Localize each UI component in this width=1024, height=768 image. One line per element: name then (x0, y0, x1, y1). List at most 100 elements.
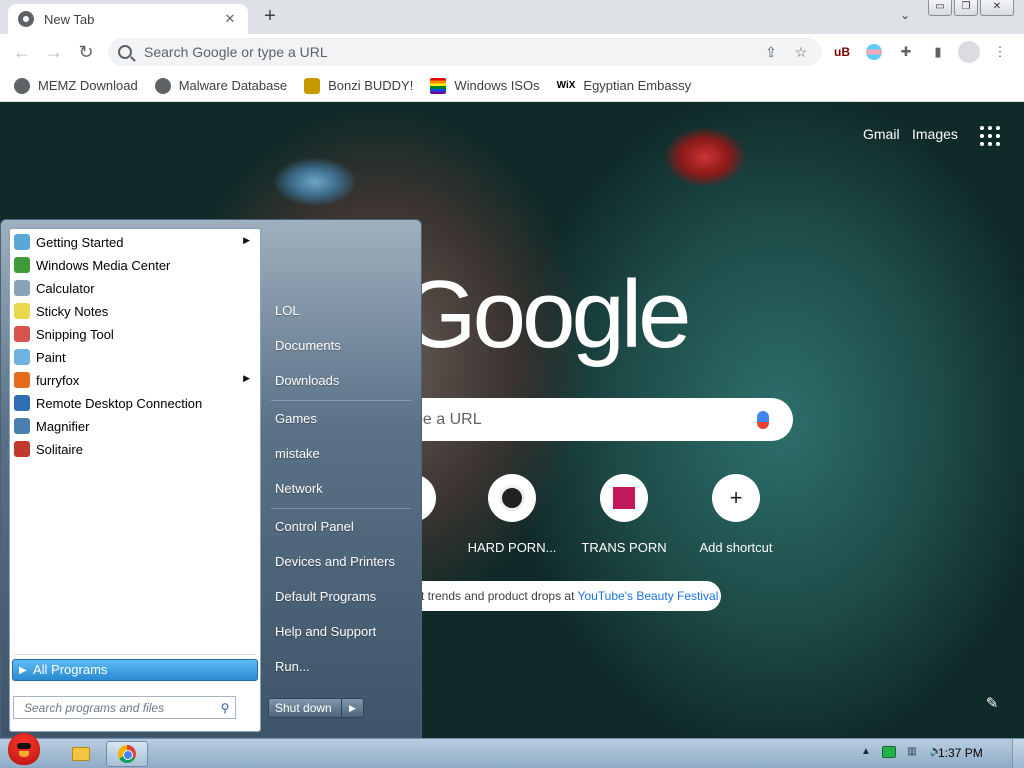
ntp-search-placeholder: pe a URL (414, 410, 482, 428)
chrome-menu-icon[interactable]: ⋮ (988, 40, 1012, 64)
extensions-puzzle-icon[interactable]: ✚ (894, 40, 918, 64)
images-link[interactable]: Images (912, 126, 958, 142)
minimize-button[interactable]: ▭ (928, 0, 952, 16)
shortcut-label: Add shortcut (699, 540, 773, 555)
program-icon (14, 441, 30, 457)
place-lol[interactable]: LOL (275, 303, 300, 318)
program-item[interactable]: furryfox ▶ (10, 369, 260, 392)
bookmark-memz-download[interactable]: MEMZ Download (14, 77, 138, 94)
place-mistake[interactable]: mistake (275, 446, 320, 461)
search-icon (118, 45, 132, 59)
program-label: Calculator (36, 281, 95, 296)
place-network[interactable]: Network (275, 481, 323, 496)
program-item[interactable]: Remote Desktop Connection (10, 392, 260, 415)
program-item[interactable]: Paint (10, 346, 260, 369)
tab-title: New Tab (44, 11, 95, 27)
customize-pencil-icon[interactable]: ✎ (982, 694, 1002, 714)
bookmark-windows-isos[interactable]: Windows ISOs (430, 77, 540, 94)
taskbar-chrome-button[interactable] (106, 741, 148, 767)
program-item[interactable]: Magnifier (10, 415, 260, 438)
program-item[interactable]: Getting Started ▶ (10, 231, 260, 254)
place-help-and-support[interactable]: Help and Support (275, 624, 376, 639)
place-devices-and-printers[interactable]: Devices and Printers (275, 554, 395, 569)
program-item[interactable]: Solitaire (10, 438, 260, 461)
shutdown-group: Shut down ▶ (268, 698, 364, 718)
program-icon (14, 326, 30, 342)
program-item[interactable]: Sticky Notes (10, 300, 260, 323)
submenu-arrow-icon: ▶ (243, 235, 250, 245)
close-window-button[interactable]: ✕ (980, 0, 1014, 16)
pink-favicon-icon (613, 487, 635, 509)
bookmark-malware-database[interactable]: Malware Database (154, 77, 287, 94)
shutdown-button[interactable]: Shut down (268, 698, 342, 718)
place-games[interactable]: Games (275, 411, 317, 426)
forward-button[interactable]: → (38, 36, 70, 68)
profile-avatar[interactable] (958, 41, 980, 63)
show-desktop-button[interactable] (1012, 739, 1024, 768)
bookmark-star-icon[interactable]: ☆ (790, 44, 812, 61)
place-run[interactable]: Run... (275, 659, 310, 674)
chrome-favicon-icon (18, 11, 34, 27)
address-bar[interactable]: Search Google or type a URL ⇪ ☆ (108, 38, 822, 66)
program-icon (14, 257, 30, 273)
tab-search-icon[interactable]: ⌄ (896, 8, 914, 26)
shutdown-options-button[interactable]: ▶ (342, 698, 364, 718)
place-documents[interactable]: Documents (275, 338, 341, 353)
shortcut-tile (488, 474, 536, 522)
start-menu-programs-pane: Getting Started ▶ Windows Media Center Calc… (9, 228, 261, 732)
program-label: furryfox (36, 373, 80, 388)
wix-icon: WiX (556, 79, 576, 91)
program-label: Windows Media Center (36, 258, 171, 273)
promo-text: t trends and product drops at (421, 589, 578, 603)
trans-flag-extension-icon[interactable] (866, 44, 882, 60)
back-button[interactable]: ← (6, 36, 38, 68)
bookmark-egyptian-embassy[interactable]: WiX Egyptian Embassy (557, 78, 691, 94)
bookmark-bonzi-buddy[interactable]: Bonzi BUDDY! (304, 77, 413, 94)
clock[interactable]: 1:37 PM (938, 746, 983, 760)
tab-new-tab[interactable]: New Tab ✕ (8, 4, 248, 34)
place-downloads[interactable]: Downloads (275, 373, 339, 388)
taskbar-explorer-button[interactable] (60, 741, 102, 767)
divider (271, 508, 411, 509)
program-item[interactable]: Windows Media Center (10, 254, 260, 277)
show-hidden-icons-icon[interactable]: ▲ (858, 744, 874, 760)
microphone-icon[interactable] (757, 410, 769, 429)
gmail-link[interactable]: Gmail (863, 126, 900, 142)
program-list: Getting Started ▶ Windows Media Center Calc… (10, 229, 260, 461)
promo-link[interactable]: YouTube's Beauty Festival (578, 589, 719, 603)
tab-close-icon[interactable]: ✕ (222, 11, 238, 27)
magnifier-icon[interactable]: ⚲ (215, 701, 235, 715)
restore-button[interactable]: ❐ (954, 0, 978, 16)
place-default-programs[interactable]: Default Programs (275, 589, 376, 604)
tab-strip: New Tab ✕ + ⌄ ▭ ❐ ✕ (0, 0, 1024, 34)
google-apps-icon[interactable] (980, 126, 1000, 146)
network-icon[interactable]: ▥ (904, 744, 920, 760)
window-caption-buttons: ▭ ❐ ✕ (928, 0, 1014, 16)
reload-button[interactable]: ↻ (70, 36, 102, 68)
shortcut-hard[interactable]: HARD PORN... (456, 474, 568, 555)
program-icon (14, 280, 30, 296)
divider (14, 654, 256, 655)
new-tab-button[interactable]: + (258, 4, 282, 28)
side-panel-icon[interactable]: ▮ (926, 40, 950, 64)
ntp-search-box[interactable]: pe a URL (400, 398, 793, 441)
program-label: Magnifier (36, 419, 90, 434)
submenu-arrow-icon: ▶ (243, 373, 250, 383)
globe-icon (154, 77, 171, 94)
program-item[interactable]: Snipping Tool (10, 323, 260, 346)
place-control-panel[interactable]: Control Panel (275, 519, 354, 534)
promo-banner: t trends and product drops at YouTube's … (405, 581, 721, 611)
ublock-icon[interactable]: uB (830, 40, 854, 64)
start-menu: Getting Started ▶ Windows Media Center Calc… (0, 219, 422, 738)
battery-icon[interactable] (882, 746, 896, 758)
start-menu-places-pane: LOL Documents Downloads Games mistake Ne… (267, 220, 417, 739)
add-shortcut-button[interactable]: + Add shortcut (680, 474, 792, 555)
shortcut-trans[interactable]: TRANS PORN (568, 474, 680, 555)
start-button[interactable] (2, 731, 48, 768)
start-search-input[interactable]: Search programs and files ⚲ (13, 696, 236, 719)
all-programs-button[interactable]: ▶ All Programs (12, 659, 258, 681)
program-item[interactable]: Calculator (10, 277, 260, 300)
share-icon[interactable]: ⇪ (760, 44, 782, 61)
program-label: Solitaire (36, 442, 83, 457)
program-icon (14, 418, 30, 434)
